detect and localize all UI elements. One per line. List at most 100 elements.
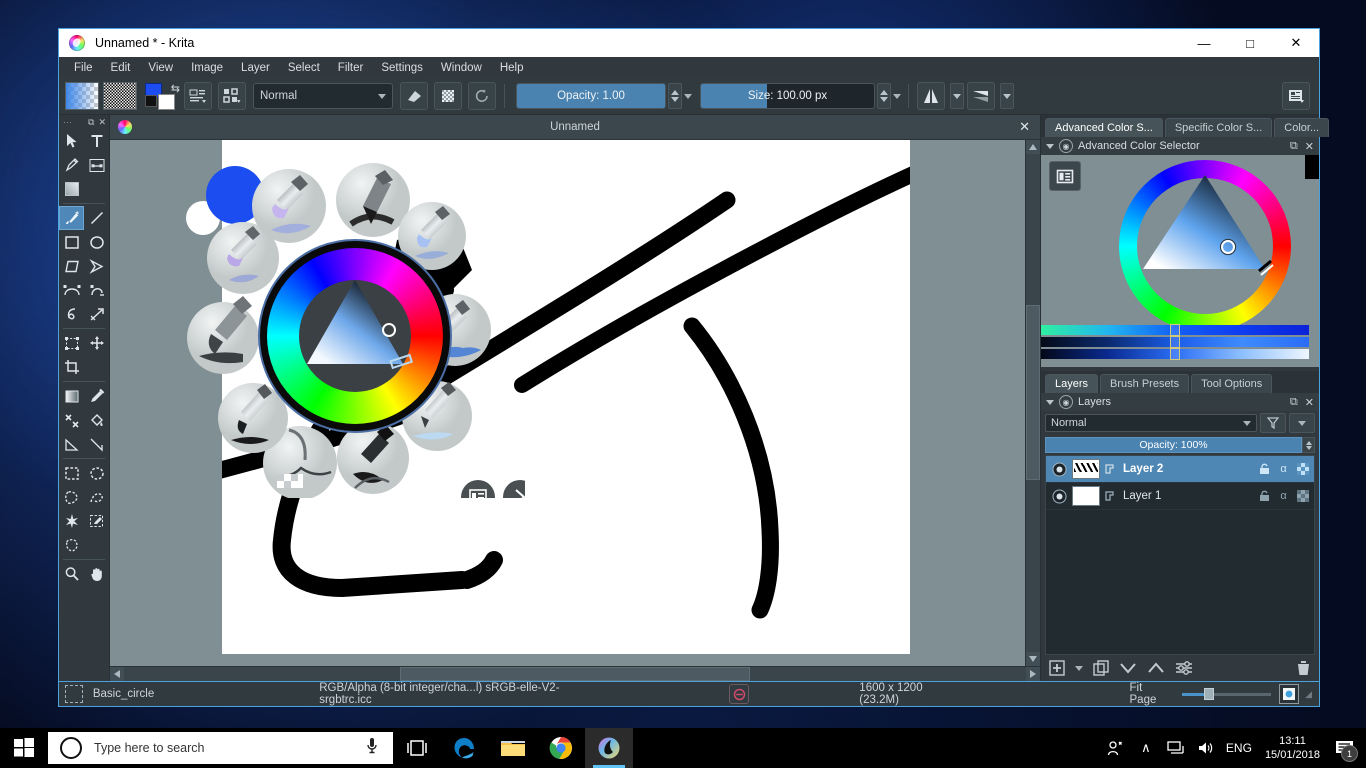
tool-transform[interactable] [59,331,84,355]
color-selector-settings-button[interactable] [1049,161,1081,191]
move-layer-down-button[interactable] [1119,661,1137,675]
opacity-options-caret[interactable] [682,83,694,109]
no-selection-icon[interactable] [729,684,749,704]
menu-layer[interactable]: Layer [232,60,279,76]
popup-palette[interactable] [185,158,525,498]
advanced-color-selector[interactable] [1041,155,1319,367]
size-options-caret[interactable] [891,83,903,109]
menu-window[interactable]: Window [432,60,491,76]
close-button[interactable]: ✕ [1273,29,1319,57]
volume-icon[interactable] [1191,728,1221,768]
table-row[interactable]: Layer 1 α [1046,483,1314,510]
gradient-swatch[interactable] [65,82,99,110]
tool-freehand-path[interactable] [84,278,109,302]
layer-properties-button[interactable] [1175,661,1193,675]
menu-settings[interactable]: Settings [372,60,432,76]
mirror-vertical-options[interactable] [1000,83,1014,109]
layer-link-icon[interactable] [1102,490,1118,502]
resize-grip-icon[interactable]: ◢ [1305,689,1313,700]
tool-zoom[interactable] [59,562,84,586]
move-layer-up-button[interactable] [1147,661,1165,675]
layer-visibility-toggle[interactable] [1046,462,1072,477]
zoom-slider[interactable] [1182,688,1271,700]
tool-gradient-edit[interactable] [59,177,84,201]
tool-color-picker[interactable] [84,384,109,408]
layers-close-icon[interactable]: ✕ [1305,396,1314,409]
tool-colorize-mask[interactable] [59,408,84,432]
layer-name[interactable]: Layer 1 [1118,490,1256,502]
tool-text[interactable] [84,129,109,153]
menu-filter[interactable]: Filter [329,60,373,76]
layer-blend-mode-select[interactable]: Normal [1045,414,1257,432]
shade-strip-3[interactable] [1041,349,1309,359]
menu-file[interactable]: File [65,60,102,76]
layer-name[interactable]: Layer 2 [1118,463,1256,475]
toolbox-undock-icon[interactable]: ⧉ [88,117,94,128]
tool-freehand-brush[interactable] [59,206,84,230]
tool-polygon[interactable] [59,254,84,278]
tool-bezier-select[interactable] [59,533,84,557]
maximize-button[interactable]: □ [1227,29,1273,57]
add-layer-button[interactable] [1049,660,1065,676]
layer-list[interactable]: Layer 2 α [1045,455,1315,655]
alpha-icon[interactable]: α [1275,487,1292,505]
reload-preset-button[interactable] [468,82,496,110]
shade-marker-3[interactable] [1170,348,1180,360]
shade-strip-1[interactable] [1041,325,1309,335]
canvas-preview-icon[interactable] [1279,684,1299,704]
layers-undock-icon[interactable]: ⧉ [1290,396,1298,409]
tool-line[interactable] [84,206,109,230]
eraser-toggle-button[interactable] [400,82,428,110]
scroll-left-arrow[interactable] [110,667,124,681]
canvas-viewport[interactable] [110,140,1025,666]
delete-layer-button[interactable] [1296,660,1311,676]
tab-color-history[interactable]: Color... [1274,118,1329,137]
scroll-right-arrow[interactable] [1026,667,1040,681]
brush-preset-name[interactable]: Basic_circle [93,688,154,700]
shade-strip-2[interactable] [1041,337,1309,347]
network-icon[interactable] [1161,728,1191,768]
size-stepper[interactable] [877,83,891,109]
notification-icon[interactable]: 1 [1328,728,1362,768]
tool-assistant[interactable] [84,432,109,456]
tool-polygonal-select[interactable] [59,485,84,509]
search-input[interactable]: Type here to search [48,732,393,764]
layer-link-icon[interactable] [1102,463,1118,475]
alpha-icon[interactable]: α [1275,460,1292,478]
tool-calligraphy[interactable] [59,153,84,177]
menu-help[interactable]: Help [491,60,533,76]
brush-editor-button[interactable] [184,82,212,110]
drag-handle-icon[interactable]: ⋯ [63,117,73,128]
mirror-horizontal-button[interactable] [917,82,945,110]
tool-bezier-curve[interactable] [59,278,84,302]
edge-icon[interactable] [441,728,489,768]
menu-view[interactable]: View [139,60,182,76]
tool-measure[interactable] [59,432,84,456]
tool-edit-shapes[interactable] [84,153,109,177]
tool-crop[interactable] [59,355,84,379]
chrome-icon[interactable] [537,728,585,768]
pattern-swatch[interactable] [103,82,137,110]
tool-ellipse[interactable] [84,230,109,254]
menu-edit[interactable]: Edit [102,60,140,76]
scroll-down-arrow[interactable] [1026,652,1040,666]
workspace-chooser-button[interactable] [1282,82,1310,110]
toolbox-close-icon[interactable]: ✕ [98,117,106,128]
layer-filter-dropdown[interactable] [1289,413,1315,433]
opacity-stepper[interactable] [668,83,682,109]
background-color-swatch[interactable] [158,94,175,110]
canvas-horizontal-scrollbar[interactable] [110,666,1040,681]
selection-mask-icon[interactable] [65,685,83,703]
shade-marker-2[interactable] [1170,336,1180,348]
opacity-slider[interactable]: Opacity: 1.00 [516,83,666,109]
mirror-horizontal-options[interactable] [950,83,964,109]
tool-similar-color-select[interactable] [84,509,109,533]
tool-freehand-select[interactable] [84,485,109,509]
taskbar-clock[interactable]: 13:11 15/01/2018 [1257,734,1328,762]
blend-mode-select[interactable]: Normal [253,83,393,109]
preserve-alpha-button[interactable] [434,82,462,110]
zoom-level-label[interactable]: Fit Page [1130,682,1172,706]
document-tab-title[interactable]: Unnamed [110,121,1040,133]
tool-multibrush[interactable] [84,302,109,326]
krita-icon[interactable] [585,728,633,768]
